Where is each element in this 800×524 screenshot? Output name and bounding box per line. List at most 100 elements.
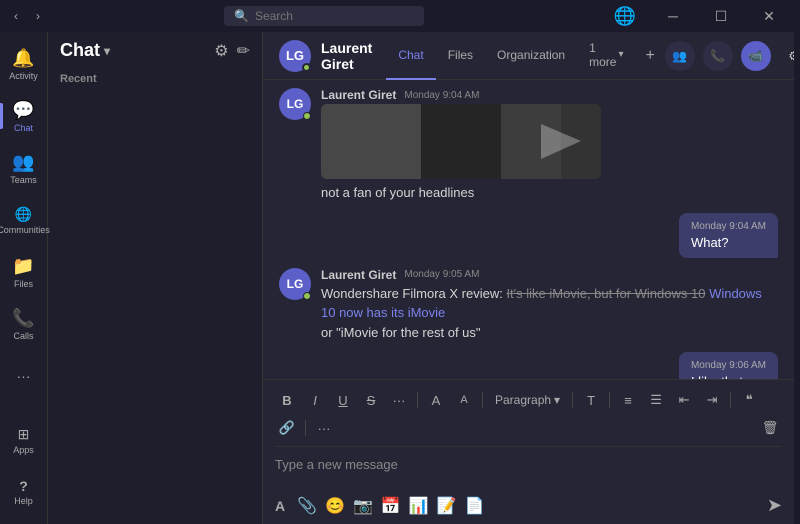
indent-decrease-button[interactable]: ⇤: [672, 388, 696, 412]
italic-button[interactable]: I: [303, 388, 327, 412]
bubble-time-2: Monday 9:06 AM: [691, 360, 766, 371]
back-button[interactable]: ‹: [8, 8, 24, 24]
sidebar-label-teams: Teams: [10, 175, 37, 185]
bubble-text-1: What?: [691, 235, 766, 250]
more-options-button[interactable]: ···: [312, 416, 336, 440]
message-time-1: Monday 9:04 AM: [404, 90, 479, 101]
bold-button[interactable]: B: [275, 388, 299, 412]
chat-list-actions: ⚙ ✏: [214, 41, 250, 61]
more-attach-button[interactable]: 📄: [465, 496, 485, 516]
group-icon: 👥: [672, 49, 687, 63]
delete-button[interactable]: 🗑: [758, 416, 782, 440]
minimize-button[interactable]: ─: [650, 0, 696, 32]
bullet-list-button[interactable]: ☰: [644, 388, 668, 412]
filter-icon[interactable]: ⚙: [214, 41, 228, 61]
user-avatar-titlebar[interactable]: 🌐: [602, 0, 648, 32]
sidebar-item-more[interactable]: ···: [0, 352, 48, 400]
forward-button[interactable]: ›: [30, 8, 46, 24]
send-button[interactable]: ➤: [767, 495, 782, 516]
sidebar-item-teams[interactable]: 👥 Teams: [0, 144, 48, 192]
bubble-right-2: Monday 9:06 AM I like that: [679, 352, 778, 379]
message-right-2: Monday 9:06 AM I like that: [279, 352, 778, 379]
add-tab-button[interactable]: +: [645, 47, 654, 65]
compose-icon[interactable]: ✏: [237, 41, 250, 61]
settings-button[interactable]: ⚙: [779, 41, 794, 71]
phone-icon: 📞: [710, 49, 725, 63]
emoji-button[interactable]: 😊: [325, 496, 345, 516]
group-call-button[interactable]: 👥: [665, 41, 695, 71]
video-icon: 📹: [748, 49, 763, 63]
tab-chat[interactable]: Chat: [386, 32, 435, 80]
sidebar-item-apps[interactable]: ⊞ Apps: [0, 416, 48, 464]
quote-button[interactable]: ❝: [737, 388, 761, 412]
compose-placeholder: Type a new message: [275, 457, 398, 472]
message-meta-2: Laurent Giret Monday 9:05 AM: [321, 268, 778, 282]
activity-icon: 🔔: [12, 48, 34, 69]
messages-area[interactable]: LG Laurent Giret Monday 9:04 AM: [263, 80, 794, 379]
active-indicator: [0, 103, 3, 129]
message-group-2: LG Laurent Giret Monday 9:05 AM Wondersh…: [279, 268, 778, 343]
link-button[interactable]: 🔗: [275, 416, 299, 440]
whiteboard-button[interactable]: 📝: [437, 496, 457, 516]
font-size-button[interactable]: A: [452, 388, 476, 412]
sender-name-1: Laurent Giret: [321, 88, 396, 102]
toolbar-sep-4: [609, 392, 610, 408]
more-icon: ···: [17, 368, 31, 384]
format-icon: A: [275, 498, 285, 514]
message-right-1: Monday 9:04 AM What?: [279, 213, 778, 258]
sidebar-item-help[interactable]: ? Help: [0, 468, 48, 516]
underline-button[interactable]: U: [331, 388, 355, 412]
paragraph-dropdown[interactable]: Paragraph ▾: [489, 391, 566, 409]
font-color-button[interactable]: A: [424, 388, 448, 412]
strikethrough-button[interactable]: S: [359, 388, 383, 412]
image-preview-1: [321, 104, 601, 179]
compose-input[interactable]: Type a new message: [275, 453, 782, 489]
strikethrough-text-1: It's like iMovie, but for Windows 10: [506, 286, 705, 301]
sidebar-bottom: ⊞ Apps ? Help: [0, 416, 48, 524]
numbered-list-button[interactable]: ≡: [616, 388, 640, 412]
sidebar-item-calls[interactable]: 📞 Calls: [0, 300, 48, 348]
chat-main: LG Laurent Giret Chat Files Organization…: [263, 32, 794, 524]
chat-icon: 💬: [12, 100, 34, 121]
search-bar[interactable]: 🔍: [224, 6, 424, 26]
sidebar-label-files: Files: [14, 279, 33, 289]
audio-call-button[interactable]: 📞: [703, 41, 733, 71]
more-format-button[interactable]: ···: [387, 388, 411, 412]
tab-files[interactable]: Files: [436, 32, 485, 80]
search-input[interactable]: [255, 9, 414, 23]
sidebar-item-files[interactable]: 📁 Files: [0, 248, 48, 296]
message-time-2: Monday 9:05 AM: [404, 269, 479, 280]
close-button[interactable]: ✕: [746, 0, 792, 32]
schedule-button[interactable]: 📅: [381, 496, 401, 516]
giphy-button[interactable]: 📷: [353, 496, 373, 516]
teams-icon: 👥: [12, 152, 34, 173]
status-dot: [302, 63, 311, 72]
chat-list-title: Chat ▾: [60, 40, 110, 61]
message-text-1: not a fan of your headlines: [321, 183, 778, 203]
chat-title-chevron[interactable]: ▾: [104, 44, 110, 58]
chat-tabs: Chat Files Organization 1 more ▾: [386, 32, 635, 80]
format-toggle-button[interactable]: A: [275, 498, 285, 514]
sidebar-item-activity[interactable]: 🔔 Activity: [0, 40, 48, 88]
indent-increase-button[interactable]: ⇥: [700, 388, 724, 412]
compose-toolbar: B I U S ··· A A Paragraph ▾ T ≡ ☰ ⇤ ⇥: [275, 388, 782, 447]
calls-icon: 📞: [12, 308, 34, 329]
attach-file-button[interactable]: 📎: [297, 496, 317, 516]
sidebar-label-activity: Activity: [9, 71, 38, 81]
preview-image-svg: [321, 104, 601, 179]
sidebar-narrow: 🔔 Activity 💬 Chat 👥 Teams 🌐 Communities …: [0, 32, 48, 524]
status-dot-2: [303, 292, 311, 300]
toolbar-sep-3: [572, 392, 573, 408]
chat-header-right: 👥 📞 📹 ⚙ ⤢: [665, 41, 794, 71]
tab-more[interactable]: 1 more ▾: [577, 32, 635, 80]
video-call-button[interactable]: 📹: [741, 41, 771, 71]
message-content-1: Laurent Giret Monday 9:04 AM not a fan o…: [321, 88, 778, 203]
clear-format-button[interactable]: T: [579, 388, 603, 412]
sidebar-item-chat[interactable]: 💬 Chat: [0, 92, 48, 140]
loop-button[interactable]: 📊: [409, 496, 429, 516]
maximize-button[interactable]: ☐: [698, 0, 744, 32]
sender-avatar-1: LG: [279, 88, 311, 120]
sidebar-item-communities[interactable]: 🌐 Communities: [0, 196, 48, 244]
tab-organization[interactable]: Organization: [485, 32, 577, 80]
scrollbar-track[interactable]: [794, 32, 800, 524]
